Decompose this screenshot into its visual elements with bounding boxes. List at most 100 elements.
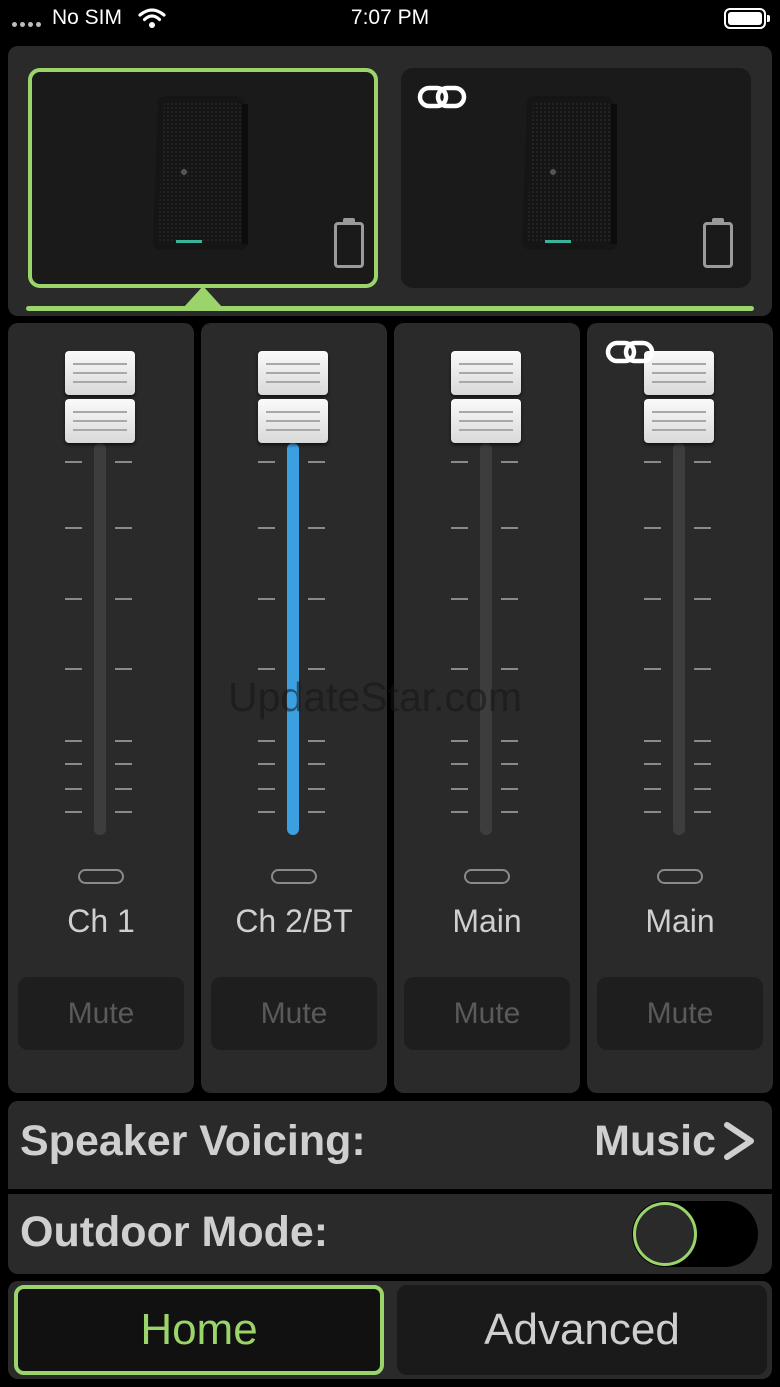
signal-indicator	[271, 869, 317, 884]
signal-indicator	[657, 869, 703, 884]
scale-tick	[258, 811, 275, 813]
scale-tick	[694, 788, 711, 790]
scale-tick	[644, 763, 661, 765]
toggle-knob	[633, 1202, 697, 1266]
scale-tick	[65, 527, 82, 529]
scale-tick	[65, 598, 82, 600]
scale-tick	[451, 740, 468, 742]
link-icon	[417, 85, 467, 109]
mute-button[interactable]: Mute	[18, 977, 184, 1050]
scale-tick	[65, 788, 82, 790]
scale-tick	[451, 527, 468, 529]
channel-strip-ch1: Ch 1 Mute	[8, 323, 194, 1093]
scale-tick	[65, 763, 82, 765]
scale-tick	[115, 788, 132, 790]
speaker-icon	[153, 96, 248, 250]
fader-level-fill	[94, 443, 106, 835]
fader-level-fill	[673, 443, 685, 835]
channel-name: Main	[645, 903, 715, 939]
scale-tick	[308, 740, 325, 742]
scale-tick	[501, 811, 518, 813]
chevron-right-icon	[724, 1122, 754, 1160]
scale-tick	[694, 598, 711, 600]
scale-tick	[451, 668, 468, 670]
speaker-voicing-row[interactable]: Speaker Voicing: Music	[8, 1101, 772, 1189]
tab-advanced[interactable]: Advanced	[397, 1285, 767, 1375]
scale-tick	[451, 788, 468, 790]
scale-tick	[115, 461, 132, 463]
speaker-icon	[522, 96, 617, 250]
scale-tick	[258, 527, 275, 529]
scale-tick	[308, 598, 325, 600]
outdoor-mode-toggle[interactable]	[632, 1201, 758, 1267]
scale-tick	[644, 811, 661, 813]
fader-handle[interactable]	[451, 351, 521, 443]
scale-tick	[501, 598, 518, 600]
scale-tick	[501, 763, 518, 765]
scale-tick	[501, 740, 518, 742]
scale-tick	[501, 527, 518, 529]
scale-tick	[644, 527, 661, 529]
bottom-tab-bar: Home Advanced	[8, 1281, 772, 1379]
fader-level-fill	[287, 443, 299, 835]
scale-tick	[451, 598, 468, 600]
scale-tick	[308, 527, 325, 529]
scale-tick	[258, 763, 275, 765]
scale-tick	[501, 788, 518, 790]
scale-tick	[644, 598, 661, 600]
scale-tick	[258, 461, 275, 463]
channel-name: Main	[452, 903, 522, 939]
watermark: UpdateStar.com	[228, 674, 522, 720]
speaker-voicing-value: Music	[594, 1117, 716, 1165]
mute-button[interactable]: Mute	[597, 977, 763, 1050]
scale-tick	[694, 763, 711, 765]
mute-button[interactable]: Mute	[404, 977, 570, 1050]
scale-tick	[308, 668, 325, 670]
speaker-card-1[interactable]	[28, 68, 378, 288]
scale-tick	[115, 527, 132, 529]
scale-tick	[115, 811, 132, 813]
outdoor-mode-label: Outdoor Mode:	[20, 1208, 329, 1256]
fader-track[interactable]	[287, 443, 299, 835]
outdoor-mode-row: Outdoor Mode:	[8, 1194, 772, 1274]
scale-tick	[308, 788, 325, 790]
scale-tick	[451, 763, 468, 765]
fader-track[interactable]	[94, 443, 106, 835]
scale-tick	[308, 811, 325, 813]
battery-status-icon	[724, 8, 770, 29]
battery-icon	[334, 218, 364, 268]
speaker-card-2[interactable]	[401, 68, 751, 288]
scale-tick	[644, 740, 661, 742]
fader-track[interactable]	[480, 443, 492, 835]
clock: 7:07 PM	[350, 6, 430, 29]
link-icon	[605, 340, 655, 364]
scale-tick	[694, 811, 711, 813]
scale-tick	[115, 740, 132, 742]
scale-tick	[65, 740, 82, 742]
selection-indicator-arrow	[184, 286, 222, 307]
scale-tick	[65, 811, 82, 813]
scale-tick	[258, 598, 275, 600]
signal-indicator	[464, 869, 510, 884]
scale-tick	[65, 668, 82, 670]
speakers-panel	[8, 46, 772, 316]
scale-tick	[115, 763, 132, 765]
scale-tick	[644, 461, 661, 463]
scale-tick	[308, 461, 325, 463]
fader-track[interactable]	[673, 443, 685, 835]
scale-tick	[694, 740, 711, 742]
scale-tick	[115, 668, 132, 670]
fader-handle[interactable]	[258, 351, 328, 443]
scale-tick	[258, 740, 275, 742]
scale-tick	[451, 811, 468, 813]
tab-home[interactable]: Home	[14, 1285, 384, 1375]
signal-indicator	[78, 869, 124, 884]
scale-tick	[501, 668, 518, 670]
channel-name: Ch 2/BT	[235, 903, 353, 939]
channel-name: Ch 1	[67, 903, 135, 939]
status-bar: No SIM 7:07 PM	[0, 0, 780, 40]
mute-button[interactable]: Mute	[211, 977, 377, 1050]
selection-indicator-bar	[26, 306, 754, 311]
fader-handle[interactable]	[65, 351, 135, 443]
scale-tick	[694, 461, 711, 463]
